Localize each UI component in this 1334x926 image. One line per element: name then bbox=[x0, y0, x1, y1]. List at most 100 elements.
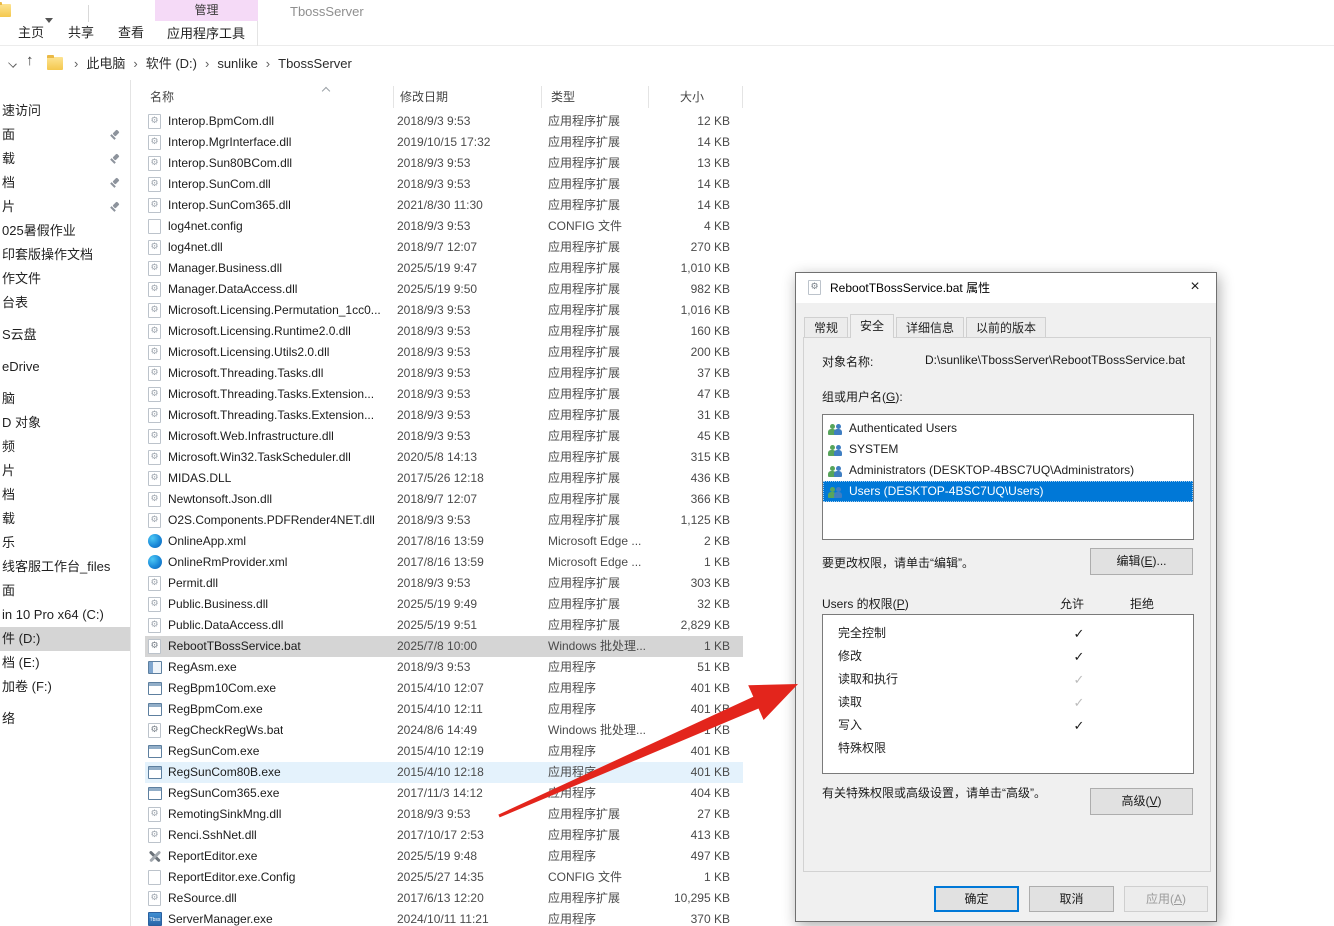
sidebar-item[interactable]: 台表 bbox=[0, 291, 130, 315]
sidebar-item[interactable]: in 10 Pro x64 (C:) bbox=[0, 603, 130, 627]
file-row[interactable]: Interop.Sun80BCom.dll 2018/9/3 9:53 应用程序… bbox=[145, 153, 743, 174]
sidebar-item[interactable]: 面 bbox=[0, 579, 130, 603]
up-arrow-icon[interactable]: ↑ bbox=[26, 52, 34, 69]
file-row[interactable]: Microsoft.Threading.Tasks.Extension... 2… bbox=[145, 405, 743, 426]
group-user-listbox[interactable]: Authenticated Users SYSTEM Administrator… bbox=[822, 414, 1194, 540]
column-divider[interactable] bbox=[648, 86, 649, 108]
breadcrumb-link[interactable]: sunlike bbox=[217, 52, 257, 76]
file-row[interactable]: MIDAS.DLL 2017/5/26 12:18 应用程序扩展 436 KB bbox=[145, 468, 743, 489]
sidebar-item[interactable]: 档 bbox=[0, 483, 130, 507]
cancel-button[interactable]: 取消 bbox=[1029, 886, 1114, 912]
sidebar-item[interactable]: 025暑假作业 bbox=[0, 219, 130, 243]
dialog-tab[interactable]: 以前的版本 bbox=[966, 317, 1046, 338]
sidebar-item[interactable]: 作文件 bbox=[0, 267, 130, 291]
file-row[interactable]: log4net.config 2018/9/3 9:53 CONFIG 文件 4… bbox=[145, 216, 743, 237]
permissions-listbox[interactable]: 完全控制 修改 读取和执行 读取 写入 bbox=[822, 614, 1194, 774]
sidebar-item[interactable]: 载 bbox=[0, 507, 130, 531]
sidebar-item[interactable]: 片 bbox=[0, 459, 130, 483]
file-row[interactable]: RegAsm.exe 2018/9/3 9:53 应用程序 51 KB bbox=[145, 657, 743, 678]
file-row[interactable]: log4net.dll 2018/9/7 12:07 应用程序扩展 270 KB bbox=[145, 237, 743, 258]
sidebar-item[interactable]: 络 bbox=[0, 707, 130, 731]
file-row[interactable]: Microsoft.Licensing.Utils2.0.dll 2018/9/… bbox=[145, 342, 743, 363]
sidebar-item[interactable]: 档 bbox=[0, 171, 130, 195]
file-row[interactable]: OnlineRmProvider.xml 2017/8/16 13:59 Mic… bbox=[145, 552, 743, 573]
group-list-item[interactable]: Users (DESKTOP-4BSC7UQ\Users) bbox=[823, 481, 1193, 502]
edit-button[interactable]: 编辑(E)... bbox=[1090, 548, 1193, 575]
file-row[interactable]: ReportEditor.exe.Config 2025/5/27 14:35 … bbox=[145, 867, 743, 888]
file-row[interactable]: ReportEditor.exe 2025/5/19 9:48 应用程序 497… bbox=[145, 846, 743, 867]
sidebar-item[interactable]: 线客服工作台_files bbox=[0, 555, 130, 579]
advanced-button[interactable]: 高级(V) bbox=[1090, 788, 1193, 815]
file-row[interactable]: Interop.SunCom.dll 2018/9/3 9:53 应用程序扩展 … bbox=[145, 174, 743, 195]
sidebar-item[interactable]: eDrive bbox=[0, 355, 130, 379]
dialog-tab[interactable]: 详细信息 bbox=[896, 317, 964, 338]
group-list-item[interactable]: Authenticated Users bbox=[823, 418, 1193, 439]
sidebar-item[interactable]: 档 (E:) bbox=[0, 651, 130, 675]
file-row[interactable]: Microsoft.Web.Infrastructure.dll 2018/9/… bbox=[145, 426, 743, 447]
file-row[interactable]: Microsoft.Licensing.Permutation_1cc0... … bbox=[145, 300, 743, 321]
sidebar-item[interactable]: 片 bbox=[0, 195, 130, 219]
file-row[interactable]: ReSource.dll 2017/6/13 12:20 应用程序扩展 10,2… bbox=[145, 888, 743, 909]
file-row[interactable]: Manager.Business.dll 2025/5/19 9:47 应用程序… bbox=[145, 258, 743, 279]
file-row[interactable]: RegBpmCom.exe 2015/4/10 12:11 应用程序 401 K… bbox=[145, 699, 743, 720]
ok-button[interactable]: 确定 bbox=[934, 886, 1019, 912]
group-list-item[interactable]: Administrators (DESKTOP-4BSC7UQ\Administ… bbox=[823, 460, 1193, 481]
sidebar-item[interactable]: 印套版操作文档 bbox=[0, 243, 130, 267]
breadcrumb-link[interactable]: 此电脑 bbox=[86, 52, 125, 76]
column-divider[interactable] bbox=[393, 86, 394, 108]
file-row[interactable]: Microsoft.Threading.Tasks.dll 2018/9/3 9… bbox=[145, 363, 743, 384]
file-row[interactable]: RegBpm10Com.exe 2015/4/10 12:07 应用程序 401… bbox=[145, 678, 743, 699]
file-row[interactable]: Renci.SshNet.dll 2017/10/17 2:53 应用程序扩展 … bbox=[145, 825, 743, 846]
sidebar-item[interactable]: 加卷 (F:) bbox=[0, 675, 130, 699]
file-row[interactable]: Permit.dll 2018/9/3 9:53 应用程序扩展 303 KB bbox=[145, 573, 743, 594]
breadcrumb-link[interactable]: TbossServer bbox=[278, 52, 352, 76]
permission-row[interactable]: 完全控制 bbox=[823, 622, 1193, 645]
file-row[interactable]: RegCheckRegWs.bat 2024/8/6 14:49 Windows… bbox=[145, 720, 743, 741]
breadcrumb-link[interactable]: 软件 (D:) bbox=[146, 52, 197, 76]
sidebar-item[interactable]: 速访问 bbox=[0, 99, 130, 123]
file-row[interactable]: Microsoft.Licensing.Runtime2.0.dll 2018/… bbox=[145, 321, 743, 342]
permission-row[interactable]: 修改 bbox=[823, 645, 1193, 668]
file-row[interactable]: RemotingSinkMng.dll 2018/9/3 9:53 应用程序扩展… bbox=[145, 804, 743, 825]
file-row[interactable]: Manager.DataAccess.dll 2025/5/19 9:50 应用… bbox=[145, 279, 743, 300]
sidebar-item[interactable]: 载 bbox=[0, 147, 130, 171]
sidebar-item[interactable]: 脑 bbox=[0, 387, 130, 411]
ribbon-tab-app-tools[interactable]: 应用程序工具 bbox=[155, 21, 258, 46]
chevron-down-icon[interactable] bbox=[8, 59, 17, 68]
file-row[interactable]: Microsoft.Threading.Tasks.Extension... 2… bbox=[145, 384, 743, 405]
ribbon-tab[interactable]: 主页 bbox=[6, 20, 56, 46]
permission-row[interactable]: 读取和执行 bbox=[823, 668, 1193, 691]
permission-row[interactable]: 读取 bbox=[823, 691, 1193, 714]
file-row[interactable]: Newtonsoft.Json.dll 2018/9/7 12:07 应用程序扩… bbox=[145, 489, 743, 510]
file-row[interactable]: RebootTBossService.bat 2025/7/8 10:00 Wi… bbox=[145, 636, 743, 657]
sidebar-item[interactable]: 频 bbox=[0, 435, 130, 459]
group-list-item[interactable]: SYSTEM bbox=[823, 439, 1193, 460]
file-row[interactable]: Interop.BpmCom.dll 2018/9/3 9:53 应用程序扩展 … bbox=[145, 111, 743, 132]
ribbon-tab[interactable]: 查看 bbox=[106, 20, 156, 46]
sidebar-item[interactable]: D 对象 bbox=[0, 411, 130, 435]
ribbon-tab[interactable]: 共享 bbox=[56, 20, 106, 46]
close-icon[interactable]: × bbox=[1174, 273, 1216, 303]
sidebar-item[interactable]: S云盘 bbox=[0, 323, 130, 347]
permission-row[interactable]: 写入 bbox=[823, 714, 1193, 737]
column-header-name[interactable]: 名称 bbox=[150, 84, 174, 110]
file-row[interactable]: ServerManager.exe 2024/10/11 11:21 应用程序 … bbox=[145, 909, 743, 926]
file-row[interactable]: Interop.SunCom365.dll 2021/8/30 11:30 应用… bbox=[145, 195, 743, 216]
file-row[interactable]: Public.Business.dll 2025/5/19 9:49 应用程序扩… bbox=[145, 594, 743, 615]
column-header-date[interactable]: 修改日期 bbox=[400, 84, 448, 110]
sidebar-item[interactable]: 面 bbox=[0, 123, 130, 147]
column-header-type[interactable]: 类型 bbox=[551, 84, 575, 110]
file-row[interactable]: RegSunCom80B.exe 2015/4/10 12:18 应用程序 40… bbox=[145, 762, 743, 783]
column-divider[interactable] bbox=[742, 86, 743, 108]
file-row[interactable]: Interop.MgrInterface.dll 2019/10/15 17:3… bbox=[145, 132, 743, 153]
file-row[interactable]: Microsoft.Win32.TaskScheduler.dll 2020/5… bbox=[145, 447, 743, 468]
sidebar-item[interactable]: 乐 bbox=[0, 531, 130, 555]
dialog-tab[interactable]: 常规 bbox=[804, 317, 848, 338]
permission-row[interactable]: 特殊权限 bbox=[823, 737, 1193, 760]
file-row[interactable]: RegSunCom.exe 2015/4/10 12:19 应用程序 401 K… bbox=[145, 741, 743, 762]
column-divider[interactable] bbox=[541, 86, 542, 108]
file-row[interactable]: RegSunCom365.exe 2017/11/3 14:12 应用程序 40… bbox=[145, 783, 743, 804]
apply-button-disabled[interactable]: 应用(A) bbox=[1124, 886, 1208, 912]
column-header-size[interactable]: 大小 bbox=[680, 84, 704, 110]
sidebar-item[interactable]: 件 (D:) bbox=[0, 627, 130, 651]
